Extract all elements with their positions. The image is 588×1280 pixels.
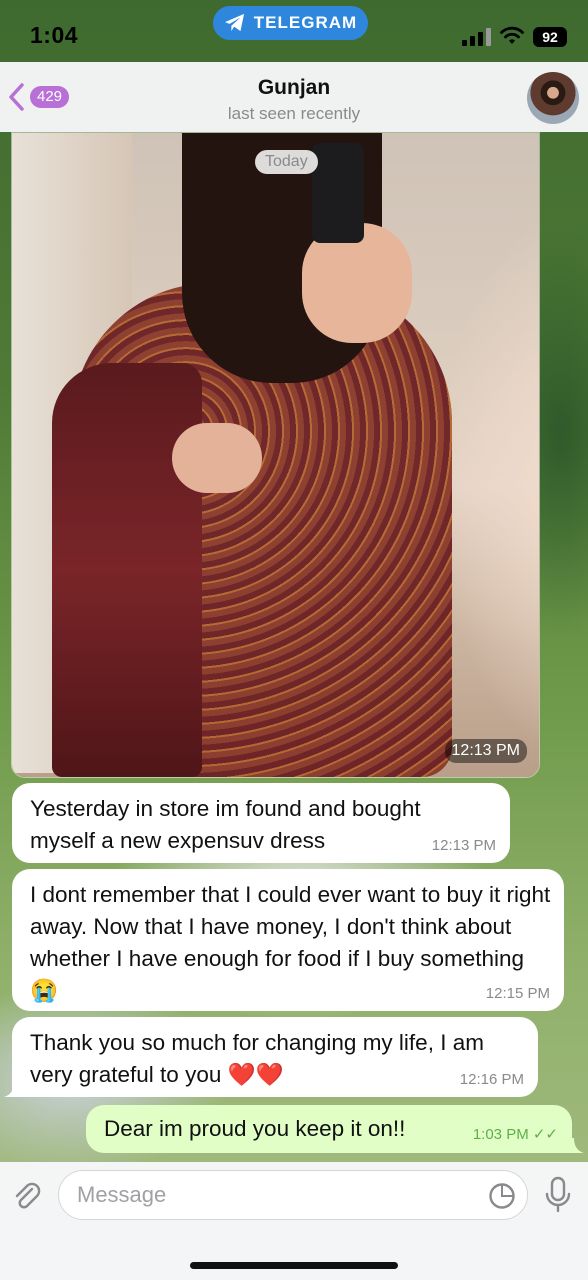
- message-bubble-incoming[interactable]: Thank you so much for changing my life, …: [12, 1017, 538, 1097]
- bubble-tail-incoming: [4, 1082, 20, 1097]
- message-text: Thank you so much for changing my life, …: [30, 1030, 484, 1087]
- last-seen-status: last seen recently: [227, 104, 361, 123]
- microphone-icon[interactable]: [543, 1176, 573, 1214]
- avatar[interactable]: [527, 72, 579, 124]
- message-bubble-outgoing[interactable]: Dear im proud you keep it on!! 1:03 PM ✓…: [86, 1105, 572, 1153]
- chat-header: 429 Gunjan last seen recently: [0, 62, 588, 132]
- status-bar: 1:04 TELEGRAM 92: [0, 0, 588, 62]
- telegram-pill-label: TELEGRAM: [253, 13, 358, 32]
- home-indicator[interactable]: [190, 1262, 398, 1269]
- message-text: Yesterday in store im found and bought m…: [30, 796, 421, 853]
- message-time: 12:15 PM: [485, 985, 550, 1002]
- message-text: Dear im proud you keep it on!!: [104, 1116, 406, 1141]
- telegram-pill[interactable]: TELEGRAM: [213, 6, 368, 40]
- bubble-tail-outgoing: [568, 1138, 584, 1153]
- sticker-icon[interactable]: [488, 1182, 516, 1210]
- message-time: 12:13 PM: [431, 837, 496, 854]
- message-time: 12:16 PM: [459, 1071, 524, 1088]
- message-bubble-incoming[interactable]: Yesterday in store im found and bought m…: [12, 783, 510, 863]
- contact-name[interactable]: Gunjan: [0, 76, 588, 100]
- photo-message[interactable]: 12:13 PM: [11, 132, 540, 778]
- message-input[interactable]: [58, 1170, 528, 1220]
- status-time: 1:04: [30, 22, 79, 48]
- message-text: I dont remember that I could ever want t…: [30, 882, 551, 1003]
- photo-dupatta: [52, 363, 202, 777]
- message-bubble-incoming[interactable]: I dont remember that I could ever want t…: [12, 869, 564, 1011]
- cellular-signal-icon: [462, 28, 491, 46]
- photo-phone: [312, 143, 364, 243]
- paperclip-icon[interactable]: [10, 1180, 44, 1214]
- photo-hand: [172, 423, 262, 493]
- battery-indicator: 92: [533, 27, 567, 47]
- message-time: 1:03 PM ✓✓: [472, 1126, 558, 1143]
- telegram-plane-icon: [224, 13, 244, 32]
- date-separator: Today: [255, 150, 318, 174]
- wifi-icon: [500, 26, 524, 44]
- photo-timestamp: 12:13 PM: [444, 739, 527, 763]
